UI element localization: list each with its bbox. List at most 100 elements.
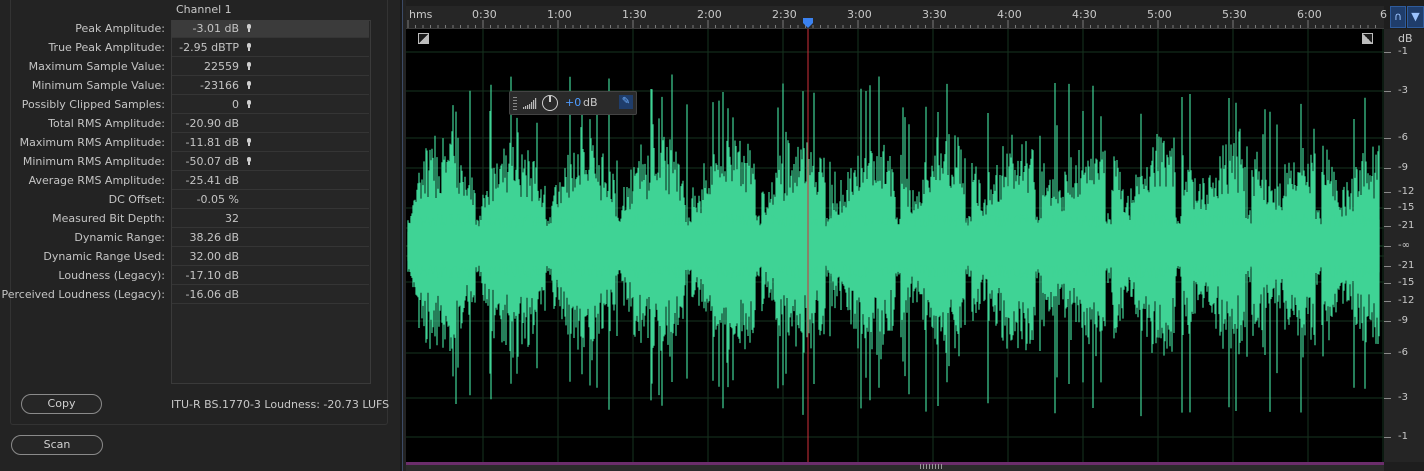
go-to-marker-icon[interactable]: [247, 62, 251, 70]
time-tick-label: 4:30: [1072, 8, 1097, 21]
stat-value: -23166: [200, 79, 239, 92]
stat-value-cell[interactable]: -16.06 dB: [172, 286, 369, 304]
volume-knob-icon[interactable]: [542, 95, 558, 111]
stat-row: Maximum RMS Amplitude: -11.81 dB: [0, 134, 370, 153]
go-to-marker-icon[interactable]: [247, 157, 251, 165]
db-tick: [1384, 283, 1391, 284]
stat-value: 32: [225, 212, 239, 225]
go-to-marker-icon[interactable]: [247, 43, 251, 51]
stat-row: Perceived Loudness (Legacy): -16.06 dB: [0, 286, 370, 305]
go-to-marker-icon[interactable]: [247, 138, 251, 146]
stat-row: Total RMS Amplitude: -20.90 dB: [0, 115, 370, 134]
db-tick-label: -6: [1398, 347, 1408, 358]
copy-button[interactable]: Copy: [21, 394, 102, 414]
stat-value-cell[interactable]: -20.90 dB: [172, 115, 369, 133]
stat-label: Possibly Clipped Samples:: [21, 98, 165, 111]
stat-value: -17.10 dB: [185, 269, 240, 282]
db-tick: [1384, 301, 1391, 302]
stat-label: Measured Bit Depth:: [52, 212, 165, 225]
headphones-icon[interactable]: ∩: [1390, 6, 1406, 28]
level-meter-icon: [523, 98, 537, 109]
marker-icon[interactable]: ▼: [1407, 6, 1424, 28]
zoom-in-amplitude-icon[interactable]: [418, 33, 429, 44]
scan-button[interactable]: Scan: [11, 435, 103, 455]
playhead-handle-icon[interactable]: [803, 18, 813, 28]
db-tick-label: -21: [1398, 220, 1415, 231]
db-tick: [1384, 398, 1391, 399]
db-tick-label: -∞: [1398, 240, 1410, 251]
stat-row: Loudness (Legacy): -17.10 dB: [0, 267, 370, 286]
volume-unit: dB: [583, 96, 598, 109]
time-tick-label: 3:30: [922, 8, 947, 21]
db-tick: [1384, 208, 1391, 209]
go-to-marker-icon[interactable]: [247, 81, 251, 89]
time-tick-label: 5:00: [1147, 8, 1172, 21]
db-ruler[interactable]: dB -1 -3 -6 -9 -12 -15 -21 -∞ -21 -15 -12 -9 -6 -3 -1: [1384, 29, 1424, 462]
time-tick-label: 1:00: [547, 8, 572, 21]
stat-value: 38.26 dB: [189, 231, 239, 244]
stat-label: Dynamic Range:: [74, 231, 165, 244]
db-tick-label: -21: [1398, 260, 1415, 271]
stat-label: Maximum RMS Amplitude:: [19, 136, 165, 149]
stat-label: True Peak Amplitude:: [48, 41, 165, 54]
stat-value-cell[interactable]: -17.10 dB: [172, 267, 369, 285]
db-tick: [1384, 91, 1391, 92]
volume-value[interactable]: +0: [565, 96, 581, 109]
db-tick: [1384, 266, 1391, 267]
go-to-marker-icon[interactable]: [247, 24, 251, 32]
go-to-marker-icon[interactable]: [247, 100, 251, 108]
volume-hud[interactable]: +0 dB ✎: [509, 91, 637, 115]
db-tick: [1384, 353, 1391, 354]
stat-value: -16.06 dB: [185, 288, 240, 301]
stat-row: Minimum RMS Amplitude: -50.07 dB: [0, 153, 370, 172]
channel-header: Channel 1: [176, 3, 232, 16]
time-tick-label: 4:00: [997, 8, 1022, 21]
db-tick: [1384, 138, 1391, 139]
db-tick-label: -12: [1398, 295, 1415, 306]
stat-value: -3.01 dB: [192, 22, 240, 35]
db-tick-label: -6: [1398, 132, 1408, 143]
stat-value: -2.95 dBTP: [179, 41, 239, 54]
scroll-track[interactable]: [406, 462, 1384, 465]
pin-icon[interactable]: ✎: [619, 95, 633, 109]
stat-value-cell[interactable]: 32.00 dB: [172, 248, 369, 266]
stat-label: Peak Amplitude:: [75, 22, 165, 35]
db-tick-label: -15: [1398, 277, 1415, 288]
stat-label: Minimum Sample Value:: [31, 79, 165, 92]
zoom-out-amplitude-icon[interactable]: [1362, 33, 1373, 44]
db-tick: [1384, 168, 1391, 169]
stat-value-cell[interactable]: -25.41 dB: [172, 172, 369, 190]
stat-value-cell[interactable]: -0.05 %: [172, 191, 369, 209]
stat-value: -50.07 dB: [185, 155, 240, 168]
stat-value-cell[interactable]: -11.81 dB: [172, 134, 369, 152]
stat-value-cell[interactable]: -2.95 dBTP: [172, 39, 369, 57]
stat-label: DC Offset:: [108, 193, 165, 206]
stat-value-cell[interactable]: -50.07 dB: [172, 153, 369, 171]
stat-label: Maximum Sample Value:: [28, 60, 165, 73]
stat-value-cell[interactable]: 22559: [172, 58, 369, 76]
stat-value: -11.81 dB: [185, 136, 240, 149]
db-tick-label: -3: [1398, 85, 1408, 96]
stat-row: Dynamic Range Used: 32.00 dB: [0, 248, 370, 267]
stat-value: -20.90 dB: [185, 117, 240, 130]
time-tick-label: 6:00: [1297, 8, 1322, 21]
stat-row: DC Offset: -0.05 %: [0, 191, 370, 210]
stat-row: Minimum Sample Value: -23166: [0, 77, 370, 96]
stat-value-cell[interactable]: 0: [172, 96, 369, 114]
db-tick: [1384, 321, 1391, 322]
stat-value: -0.05 %: [196, 193, 239, 206]
stat-value-cell[interactable]: -23166: [172, 77, 369, 95]
time-ruler[interactable]: hms 0:30 1:00 1:30 2:00 2:30 3:00 3:30 4:00 4:30…: [406, 6, 1387, 29]
stat-value-cell[interactable]: 32: [172, 210, 369, 228]
horizontal-scrollbar[interactable]: [406, 462, 1384, 471]
stat-value: 0: [232, 98, 239, 111]
waveform-display[interactable]: +0 dB ✎: [406, 29, 1384, 462]
stat-row: True Peak Amplitude: -2.95 dBTP: [0, 39, 370, 58]
stat-value-cell[interactable]: 38.26 dB: [172, 229, 369, 247]
drag-handle-icon[interactable]: [513, 96, 517, 110]
stat-value-cell[interactable]: -3.01 dB: [172, 20, 369, 38]
scroll-grip-icon[interactable]: [920, 464, 944, 469]
stat-label: Total RMS Amplitude:: [48, 117, 165, 130]
db-tick-label: -1: [1398, 431, 1408, 442]
stat-label: Loudness (Legacy):: [58, 269, 165, 282]
